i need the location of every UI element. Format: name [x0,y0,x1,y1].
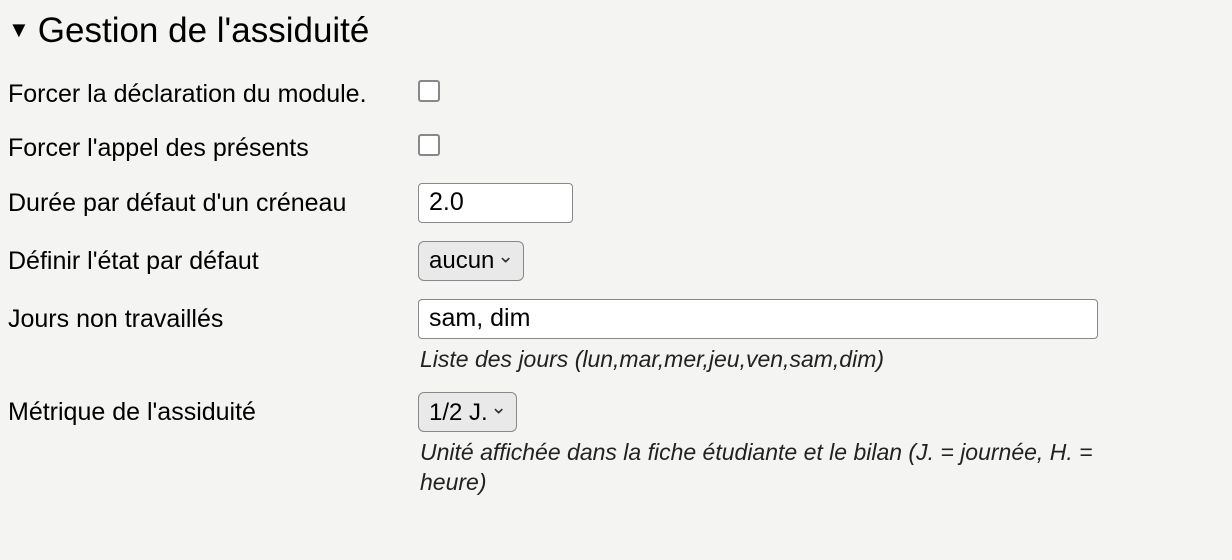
section-title: Gestion de l'assiduité [38,8,370,54]
default-duration-input[interactable] [418,183,573,223]
default-duration-label: Durée par défaut d'un créneau [8,183,418,220]
attendance-metric-label: Métrique de l'assiduité [8,392,418,429]
attendance-metric-select[interactable]: 1/2 J. [418,392,517,432]
force-roll-checkbox[interactable] [418,134,440,156]
attendance-metric-helper: Unité affichée dans la fiche étudiante e… [418,438,1104,498]
non-working-days-input[interactable] [418,299,1098,339]
chevron-down-icon: ▼ [8,16,30,45]
non-working-days-helper: Liste des jours (lun,mar,mer,jeu,ven,sam… [418,345,1104,375]
default-state-select[interactable]: aucun [418,241,524,281]
default-state-label: Définir l'état par défaut [8,241,418,278]
non-working-days-label: Jours non travaillés [8,299,418,336]
force-roll-label: Forcer l'appel des présents [8,128,418,165]
force-module-label: Forcer la déclaration du module. [8,74,418,111]
section-toggle[interactable]: ▼ Gestion de l'assiduité [8,8,1224,54]
force-module-checkbox[interactable] [418,80,440,102]
